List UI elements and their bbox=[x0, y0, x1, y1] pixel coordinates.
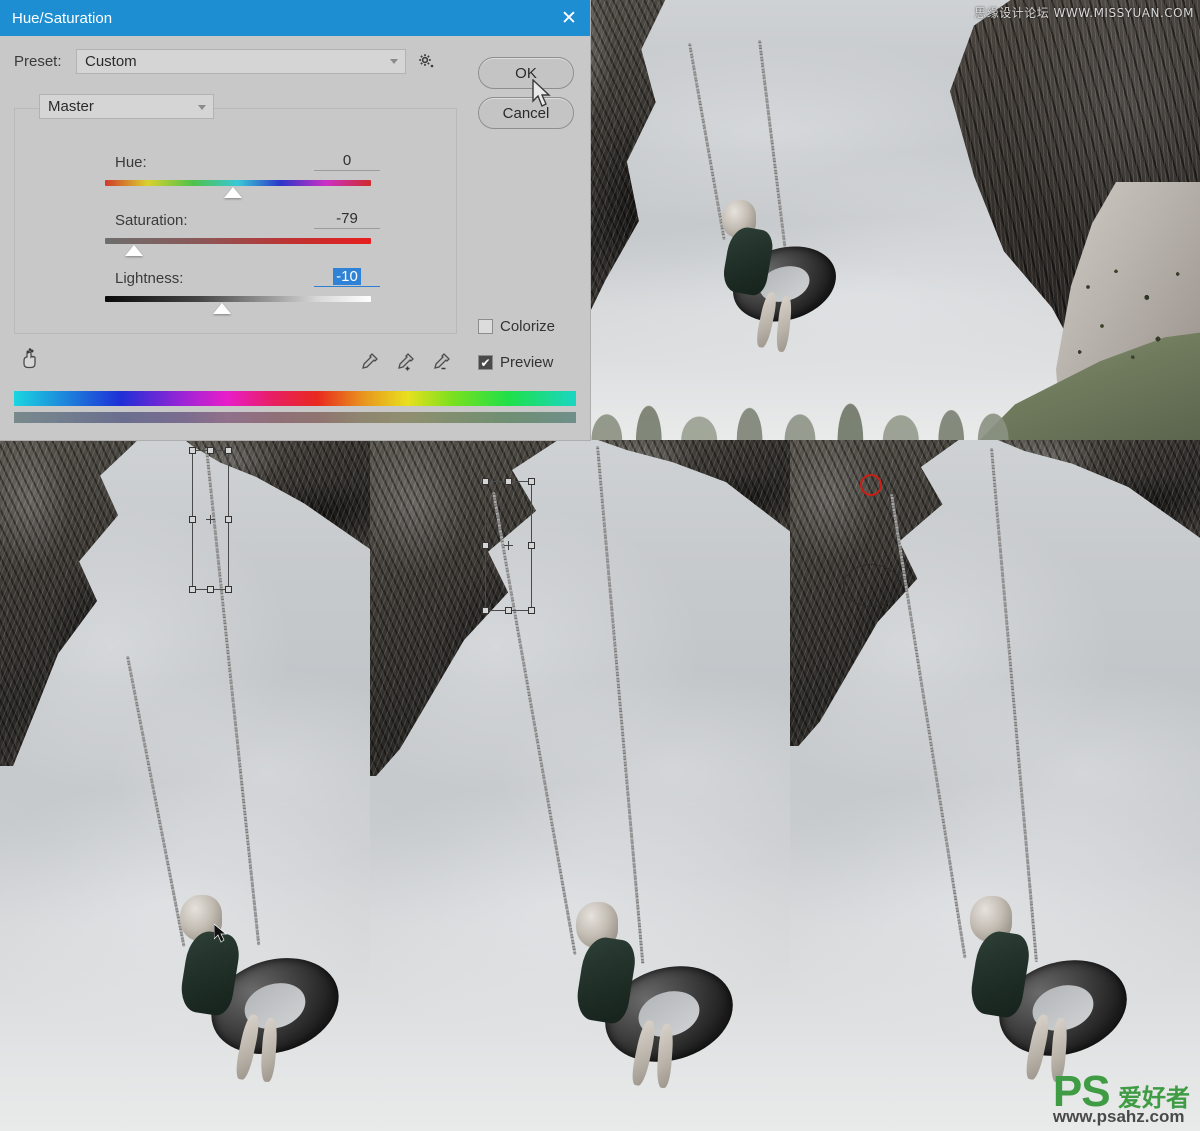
dialog-buttons: OK Cancel bbox=[478, 57, 574, 137]
hue-spectrum-bar-source bbox=[14, 391, 576, 406]
handle-bottom-right[interactable] bbox=[225, 586, 232, 593]
handle-bottom-left[interactable] bbox=[482, 607, 489, 614]
colorize-checkbox[interactable] bbox=[478, 319, 493, 334]
handle-bottom-right[interactable] bbox=[528, 607, 535, 614]
panel-bottom-right[interactable]: PS 爱好者 www.psahz.com bbox=[790, 440, 1200, 1131]
lightness-slider-thumb[interactable] bbox=[213, 303, 232, 314]
handle-top-center[interactable] bbox=[206, 447, 214, 454]
handle-top-center[interactable] bbox=[504, 478, 512, 485]
hue-slider-track[interactable] bbox=[105, 180, 371, 198]
transform-pivot-icon[interactable] bbox=[205, 515, 215, 524]
hue-saturation-dialog[interactable]: Hue/Saturation ✕ Preset: Custom OK Cance… bbox=[0, 0, 590, 440]
handle-middle-left[interactable] bbox=[189, 516, 196, 523]
handle-top-left[interactable] bbox=[482, 478, 489, 485]
handle-top-right[interactable] bbox=[528, 478, 535, 485]
cancel-button[interactable]: Cancel bbox=[478, 97, 574, 129]
handle-top-right[interactable] bbox=[225, 447, 232, 454]
dialog-tool-row bbox=[16, 348, 466, 382]
lightness-slider-track[interactable] bbox=[105, 296, 371, 314]
preview-label: Preview bbox=[500, 354, 554, 371]
arrow-cursor-icon bbox=[214, 924, 227, 943]
clone-source-ring-icon bbox=[860, 474, 882, 496]
saturation-value-field[interactable]: -79 bbox=[314, 210, 380, 229]
gear-icon[interactable] bbox=[418, 50, 444, 72]
handle-bottom-left[interactable] bbox=[189, 586, 196, 593]
preset-value: Custom bbox=[85, 52, 137, 70]
saturation-slider-group: Saturation: -79 bbox=[15, 205, 458, 256]
hue-spectrum-bar-result bbox=[14, 412, 576, 423]
transform-selection-box[interactable] bbox=[189, 447, 232, 593]
lightness-slider-group: Lightness: -10 bbox=[15, 263, 458, 314]
hue-slider-group: Hue: 0 bbox=[15, 147, 458, 198]
panel-bottom-middle[interactable] bbox=[370, 440, 790, 1131]
panel-top-right[interactable]: 思缘设计论坛 WWW.MISSYUAN.COM bbox=[590, 0, 1200, 440]
eyedropper-add-icon[interactable] bbox=[394, 351, 416, 373]
dialog-title: Hue/Saturation bbox=[12, 9, 113, 27]
saturation-slider-thumb[interactable] bbox=[125, 245, 144, 256]
screenshot-root: 思缘设计论坛 WWW.MISSYUAN.COM PS 爱好者 www.psahz… bbox=[0, 0, 1200, 1131]
transform-selection-box[interactable] bbox=[482, 478, 535, 614]
eyedropper-subtract-icon[interactable] bbox=[430, 351, 452, 373]
foliage-bush bbox=[1060, 248, 1200, 378]
transform-pivot-icon[interactable] bbox=[503, 541, 513, 550]
lightness-label: Lightness: bbox=[115, 270, 184, 287]
preview-checkbox-row[interactable]: ✔ Preview bbox=[478, 354, 553, 371]
eyedropper-icon[interactable] bbox=[358, 351, 380, 373]
chevron-down-icon bbox=[390, 59, 398, 64]
ok-button[interactable]: OK bbox=[478, 57, 574, 89]
colorize-label: Colorize bbox=[500, 318, 556, 335]
on-image-adjust-hand-icon[interactable] bbox=[18, 348, 44, 374]
close-icon[interactable]: ✕ bbox=[556, 5, 582, 31]
colorize-checkbox-row[interactable]: Colorize bbox=[478, 318, 555, 335]
preview-checkbox[interactable]: ✔ bbox=[478, 355, 493, 370]
channel-panel: Master Hue: 0 Saturation: -79 Lightness:… bbox=[14, 94, 458, 334]
handle-middle-right[interactable] bbox=[225, 516, 232, 523]
hue-value-field[interactable]: 0 bbox=[314, 152, 380, 171]
treeline bbox=[590, 370, 1010, 440]
watermark-url: www.psahz.com bbox=[1052, 1107, 1185, 1126]
lightness-value-field[interactable]: -10 bbox=[314, 268, 380, 287]
chevron-down-icon bbox=[198, 104, 206, 110]
handle-middle-right[interactable] bbox=[528, 542, 535, 549]
handle-bottom-center[interactable] bbox=[206, 586, 214, 593]
panel-bottom-left[interactable] bbox=[0, 440, 370, 1131]
hue-label: Hue: bbox=[115, 154, 147, 171]
saturation-label: Saturation: bbox=[115, 212, 188, 229]
hue-slider-thumb[interactable] bbox=[223, 187, 242, 198]
dialog-titlebar[interactable]: Hue/Saturation ✕ bbox=[0, 0, 590, 36]
channel-dropdown[interactable]: Master bbox=[39, 94, 214, 119]
watermark-bottom-right: PS 爱好者 www.psahz.com bbox=[1052, 1070, 1190, 1126]
channel-value: Master bbox=[48, 98, 94, 115]
brush-cursor-icon bbox=[843, 564, 900, 607]
preset-dropdown[interactable]: Custom bbox=[76, 48, 406, 74]
handle-middle-left[interactable] bbox=[482, 542, 489, 549]
preset-label: Preset: bbox=[14, 52, 62, 70]
handle-top-left[interactable] bbox=[189, 447, 196, 454]
mouse-pointer-icon bbox=[532, 79, 551, 107]
watermark-top-right: 思缘设计论坛 WWW.MISSYUAN.COM bbox=[974, 6, 1194, 20]
saturation-slider-track[interactable] bbox=[105, 238, 371, 256]
handle-bottom-center[interactable] bbox=[504, 607, 512, 614]
